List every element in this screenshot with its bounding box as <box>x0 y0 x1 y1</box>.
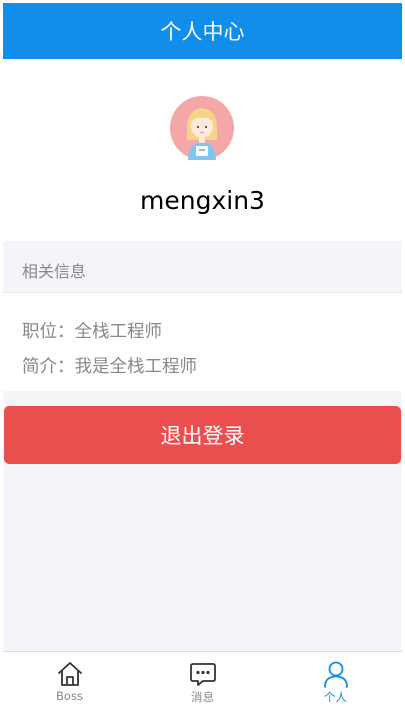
tab-messages[interactable]: 消息 <box>136 652 269 717</box>
position-text: 职位：全栈工程师 <box>22 322 162 342</box>
tab-profile-label: 个人 <box>324 690 347 704</box>
section-title: 相关信息 <box>22 262 87 281</box>
page-title: 个人中心 <box>160 20 245 44</box>
home-icon <box>57 662 82 686</box>
tab-boss[interactable]: Boss <box>3 652 136 717</box>
avatar <box>170 96 234 160</box>
section-header: 相关信息 <box>3 242 402 293</box>
avatar-icon <box>170 96 234 160</box>
tab-bar: Boss 消息 个人 <box>3 651 402 717</box>
message-icon <box>189 663 216 686</box>
app-screen: 个人中心 mengxin3 相关信息 职位：全栈工程师 简介：我是全栈工程师 退… <box>0 0 405 720</box>
info-card: 职位：全栈工程师 简介：我是全栈工程师 <box>3 293 402 391</box>
tab-boss-label: Boss <box>56 689 83 703</box>
user-icon <box>323 661 348 688</box>
profile-card: mengxin3 <box>3 59 402 241</box>
logout-button[interactable]: 退出登录 <box>4 406 401 464</box>
tab-messages-label: 消息 <box>191 690 214 704</box>
intro-text: 简介：我是全栈工程师 <box>22 357 197 377</box>
username: mengxin3 <box>140 186 265 215</box>
nav-bar: 个人中心 <box>3 3 402 59</box>
logout-label: 退出登录 <box>160 424 245 448</box>
tab-profile[interactable]: 个人 <box>269 652 402 717</box>
